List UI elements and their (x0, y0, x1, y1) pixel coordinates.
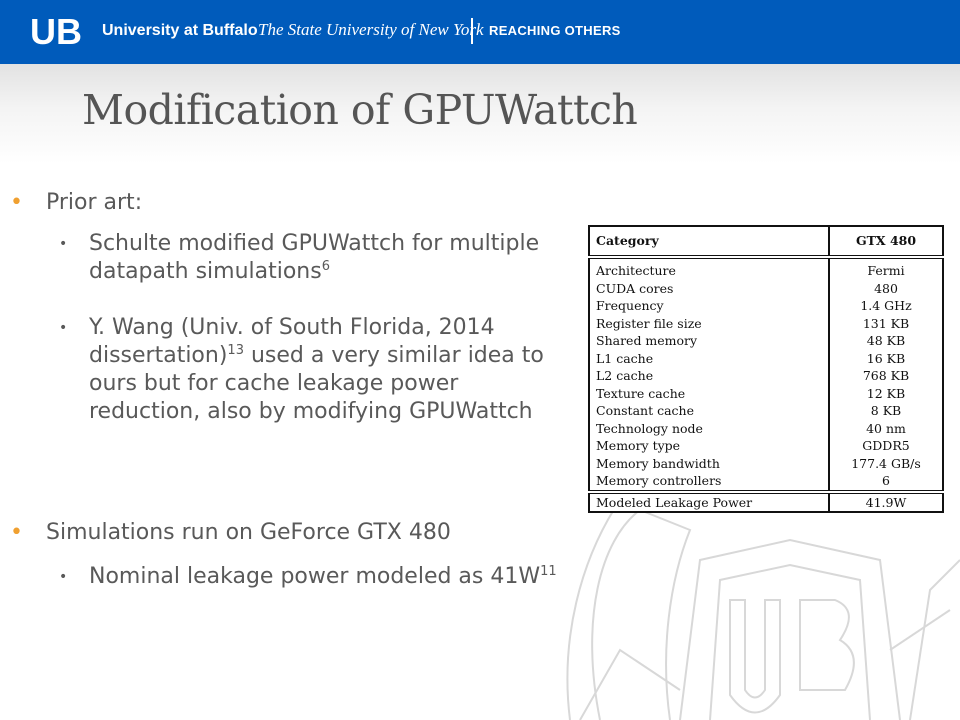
table-row: Register file size 131 KB (588, 314, 944, 332)
table-cell-value: GDDR5 (828, 437, 944, 455)
table-cell-category: Architecture (588, 257, 830, 280)
table-header-cell: GTX 480 (828, 226, 944, 259)
table-row: L2 cache 768 KB (588, 367, 944, 385)
table-cell-category: Register file size (588, 314, 830, 332)
table-cell-category: L1 cache (588, 349, 830, 367)
table-row: Texture cache 12 KB (588, 384, 944, 402)
table-cell-value: 768 KB (828, 367, 944, 385)
table-row: Architecture Fermi (588, 257, 944, 280)
table-cell-value: 48 KB (828, 332, 944, 350)
table-row: Memory controllers 6 (588, 472, 944, 492)
table-header-cell: Category (588, 226, 830, 259)
table-cell-category: Frequency (588, 297, 830, 315)
table-cell-value: 177.4 GB/s (828, 454, 944, 472)
gpu-spec-table: Category GTX 480 Architecture Fermi CUDA c… (588, 225, 944, 513)
bullet-list: • Prior art: • Schulte modified GPUWattc… (0, 0, 600, 720)
bullet-item: • Prior art: (10, 190, 143, 215)
bullet-dot-icon: • (10, 520, 23, 545)
bullet-dot-icon: • (10, 190, 23, 215)
sub-bullet-item: • Schulte modified GPUWattch for multipl… (59, 231, 540, 284)
table-header-row: Category GTX 480 (588, 226, 944, 259)
table-cell-value: Fermi (828, 257, 944, 280)
ub-seal-watermark-icon (566, 500, 960, 720)
table-cell-category: Modeled Leakage Power (588, 489, 830, 512)
sub-bullet-item: • Y. Wang (Univ. of South Florida, 2014 … (59, 315, 544, 424)
table-cell-value: 131 KB (828, 314, 944, 332)
sub-bullet-dot-icon: • (59, 569, 68, 585)
table-footer-row: Modeled Leakage Power 41.9W (588, 489, 944, 512)
table-cell-category: Memory bandwidth (588, 454, 830, 472)
table-cell-category: Memory controllers (588, 472, 830, 492)
bullet-item: • Simulations run on GeForce GTX 480 (10, 520, 451, 545)
table-cell-category: Shared memory (588, 332, 830, 350)
table-cell-value: 40 nm (828, 419, 944, 437)
table-cell-value: 12 KB (828, 384, 944, 402)
table-cell-value: 16 KB (828, 349, 944, 367)
table-row: Shared memory 48 KB (588, 332, 944, 350)
sub-bullet-dot-icon: • (59, 320, 68, 336)
table-row: Memory type GDDR5 (588, 437, 944, 455)
table-cell-value: 480 (828, 279, 944, 297)
table-row: Technology node 40 nm (588, 419, 944, 437)
table-cell-category: Memory type (588, 437, 830, 455)
table-cell-category: CUDA cores (588, 279, 830, 297)
sub-bullet-dot-icon: • (59, 236, 68, 252)
table-row: Frequency 1.4 GHz (588, 297, 944, 315)
table-cell-value: 1.4 GHz (828, 297, 944, 315)
table-cell-value: 41.9W (828, 489, 944, 512)
table-cell-category: L2 cache (588, 367, 830, 385)
table-row: Memory bandwidth 177.4 GB/s (588, 454, 944, 472)
table-cell-category: Technology node (588, 419, 830, 437)
table-row: Constant cache 8 KB (588, 402, 944, 420)
table-row: L1 cache 16 KB (588, 349, 944, 367)
table-row: CUDA cores 480 (588, 279, 944, 297)
table-cell-value: 8 KB (828, 402, 944, 420)
table-cell-category: Constant cache (588, 402, 830, 420)
sub-bullet-item: • Nominal leakage power modeled as 41W11 (59, 564, 557, 589)
table-cell-category: Texture cache (588, 384, 830, 402)
table-cell-value: 6 (828, 472, 944, 492)
